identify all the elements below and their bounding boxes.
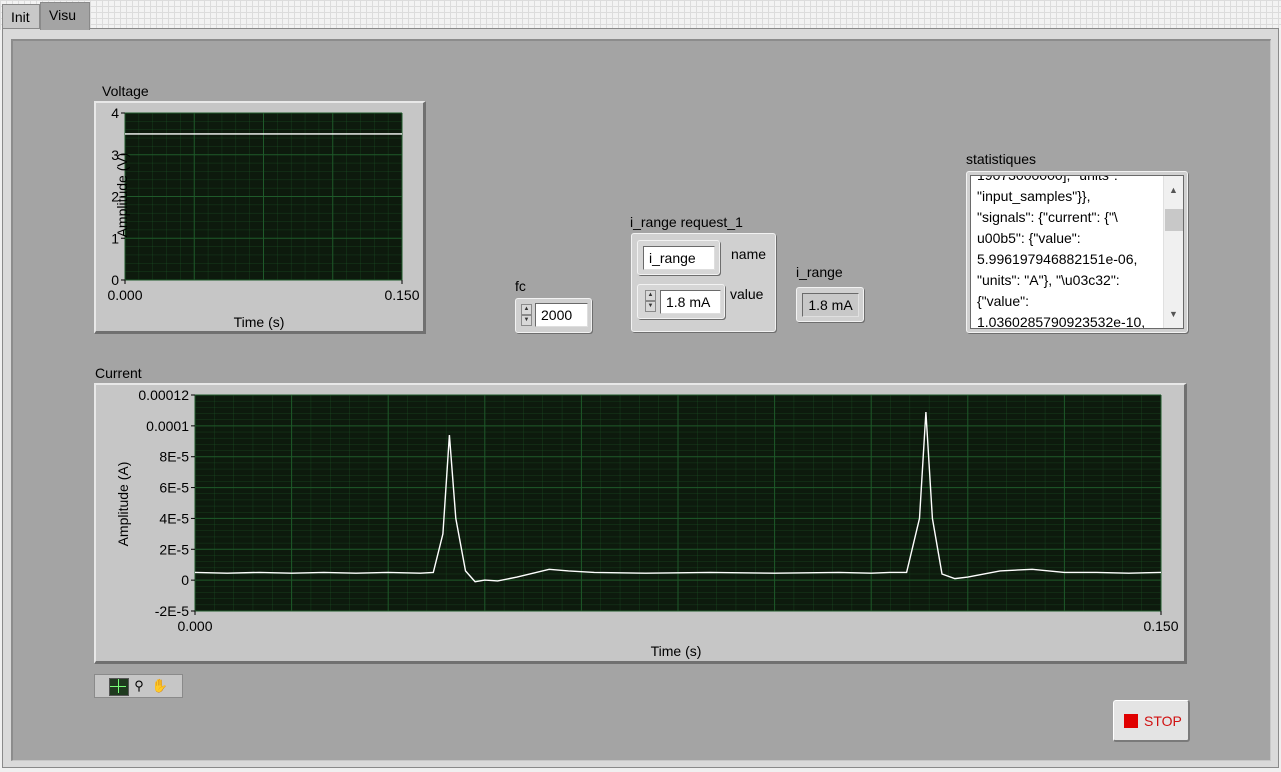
statistiques-line: "input_samples"}}, bbox=[977, 188, 1091, 204]
y-tick-label: 8E-5 bbox=[159, 449, 189, 465]
i-range-indicator-label: i_range bbox=[796, 264, 843, 280]
fc-control: ▲ ▼ 2000 bbox=[515, 298, 592, 333]
name-field-box: i_range bbox=[637, 240, 720, 275]
voltage-grid bbox=[124, 112, 403, 281]
i-range-name-input[interactable]: i_range bbox=[643, 246, 715, 270]
fc-increment-icon[interactable]: ▲ bbox=[521, 304, 532, 315]
current-graph-frame: 0.00012 0.0001 8E-5 6E-5 4E-5 2E-5 0 -2E-5 0.00… bbox=[94, 383, 1187, 664]
i-range-request-cluster: i_range name ▲ ▼ 1.8 mA value bbox=[631, 233, 776, 332]
statistiques-line: 1.0360285790923532e-10, bbox=[977, 314, 1146, 329]
statistiques-box: 19073000000], "units": "input_samples"}},… bbox=[966, 171, 1188, 333]
y-tick-label: 4E-5 bbox=[159, 510, 189, 526]
current-y-axis-label: Amplitude (A) bbox=[115, 462, 131, 547]
statistiques-line: 5.996197946882151e-06, bbox=[977, 251, 1138, 267]
y-tick-label: 0 bbox=[181, 572, 189, 588]
stop-icon bbox=[1124, 714, 1138, 728]
value-increment-icon[interactable]: ▲ bbox=[645, 290, 656, 301]
fc-label: fc bbox=[515, 278, 526, 294]
stop-button[interactable]: STOP bbox=[1113, 700, 1190, 742]
statistiques-scrollbar[interactable]: ▲ ▼ bbox=[1163, 176, 1183, 328]
value-field-box: ▲ ▼ 1.8 mA bbox=[637, 284, 725, 319]
y-tick-label: 0 bbox=[111, 272, 119, 288]
current-x-ticks: 0.000 0.150 bbox=[177, 611, 1179, 634]
statistiques-line: 19073000000], "units": bbox=[977, 175, 1118, 183]
voltage-graph: 43210 0.000 0.150 Time (s) Amplitude (V) bbox=[107, 105, 420, 330]
graph-palette: ⚲ ✋ bbox=[94, 674, 183, 698]
tab-visu[interactable]: Visu bbox=[40, 2, 90, 30]
name-label: name bbox=[731, 246, 767, 262]
statistiques-textarea[interactable]: 19073000000], "units": "input_samples"}},… bbox=[970, 175, 1184, 329]
i-range-indicator-value: 1.8 mA bbox=[802, 293, 859, 317]
x-tick-label: 0.150 bbox=[1143, 618, 1178, 634]
scroll-thumb[interactable] bbox=[1165, 209, 1183, 231]
stop-button-label: STOP bbox=[1144, 713, 1182, 729]
voltage-x-ticks: 0.000 0.150 bbox=[107, 280, 420, 303]
y-tick-label: 6E-5 bbox=[159, 480, 189, 496]
voltage-y-axis-label: Amplitude (V) bbox=[114, 153, 130, 238]
y-tick-label: 0.00012 bbox=[138, 387, 189, 403]
y-tick-label: 0.0001 bbox=[146, 418, 189, 434]
x-tick-label: 0.150 bbox=[384, 287, 419, 303]
fc-spinner[interactable]: ▲ ▼ bbox=[521, 304, 532, 328]
pan-tool-icon[interactable]: ✋ bbox=[151, 677, 169, 695]
y-tick-label: -2E-5 bbox=[155, 603, 189, 619]
statistiques-line: u00b5": {"value": bbox=[977, 230, 1081, 246]
fc-decrement-icon[interactable]: ▼ bbox=[521, 315, 532, 326]
voltage-graph-label: Voltage bbox=[102, 83, 149, 99]
x-tick-label: 0.000 bbox=[177, 618, 212, 634]
cursor-tool-icon[interactable] bbox=[109, 678, 129, 696]
fc-input[interactable]: 2000 bbox=[535, 303, 588, 327]
current-graph: 0.00012 0.0001 8E-5 6E-5 4E-5 2E-5 0 -2E-5 0.00… bbox=[115, 387, 1179, 659]
i-range-indicator: 1.8 mA bbox=[796, 287, 864, 322]
voltage-x-axis-label: Time (s) bbox=[234, 314, 285, 330]
top-grid-background bbox=[0, 0, 1281, 30]
y-tick-label: 4 bbox=[111, 105, 119, 121]
value-decrement-icon[interactable]: ▼ bbox=[645, 301, 656, 312]
x-tick-label: 0.000 bbox=[107, 287, 142, 303]
tab-init[interactable]: Init bbox=[2, 4, 40, 28]
current-y-ticks: 0.00012 0.0001 8E-5 6E-5 4E-5 2E-5 0 -2E-5 bbox=[138, 387, 195, 619]
value-spinner[interactable]: ▲ ▼ bbox=[645, 290, 656, 314]
i-range-request-label: i_range request_1 bbox=[630, 214, 743, 230]
i-range-value-input[interactable]: 1.8 mA bbox=[660, 290, 721, 314]
scroll-down-icon[interactable]: ▼ bbox=[1169, 304, 1178, 325]
statistiques-label: statistiques bbox=[966, 151, 1037, 167]
statistiques-line: "units": "A"}, "\u03c32": bbox=[977, 272, 1120, 288]
y-tick-label: 2E-5 bbox=[159, 541, 189, 557]
zoom-tool-icon[interactable]: ⚲ bbox=[130, 677, 148, 695]
statistiques-line: {"value": bbox=[977, 293, 1029, 309]
statistiques-line: "signals": {"current": {"\ bbox=[977, 209, 1118, 225]
value-label: value bbox=[730, 286, 764, 302]
voltage-graph-frame: 43210 0.000 0.150 Time (s) Amplitude (V) bbox=[94, 101, 426, 334]
current-x-axis-label: Time (s) bbox=[651, 643, 702, 659]
scroll-up-icon[interactable]: ▲ bbox=[1169, 180, 1178, 201]
current-graph-label: Current bbox=[95, 365, 142, 381]
statistiques-text: 19073000000], "units": "input_samples"}},… bbox=[977, 175, 1159, 329]
